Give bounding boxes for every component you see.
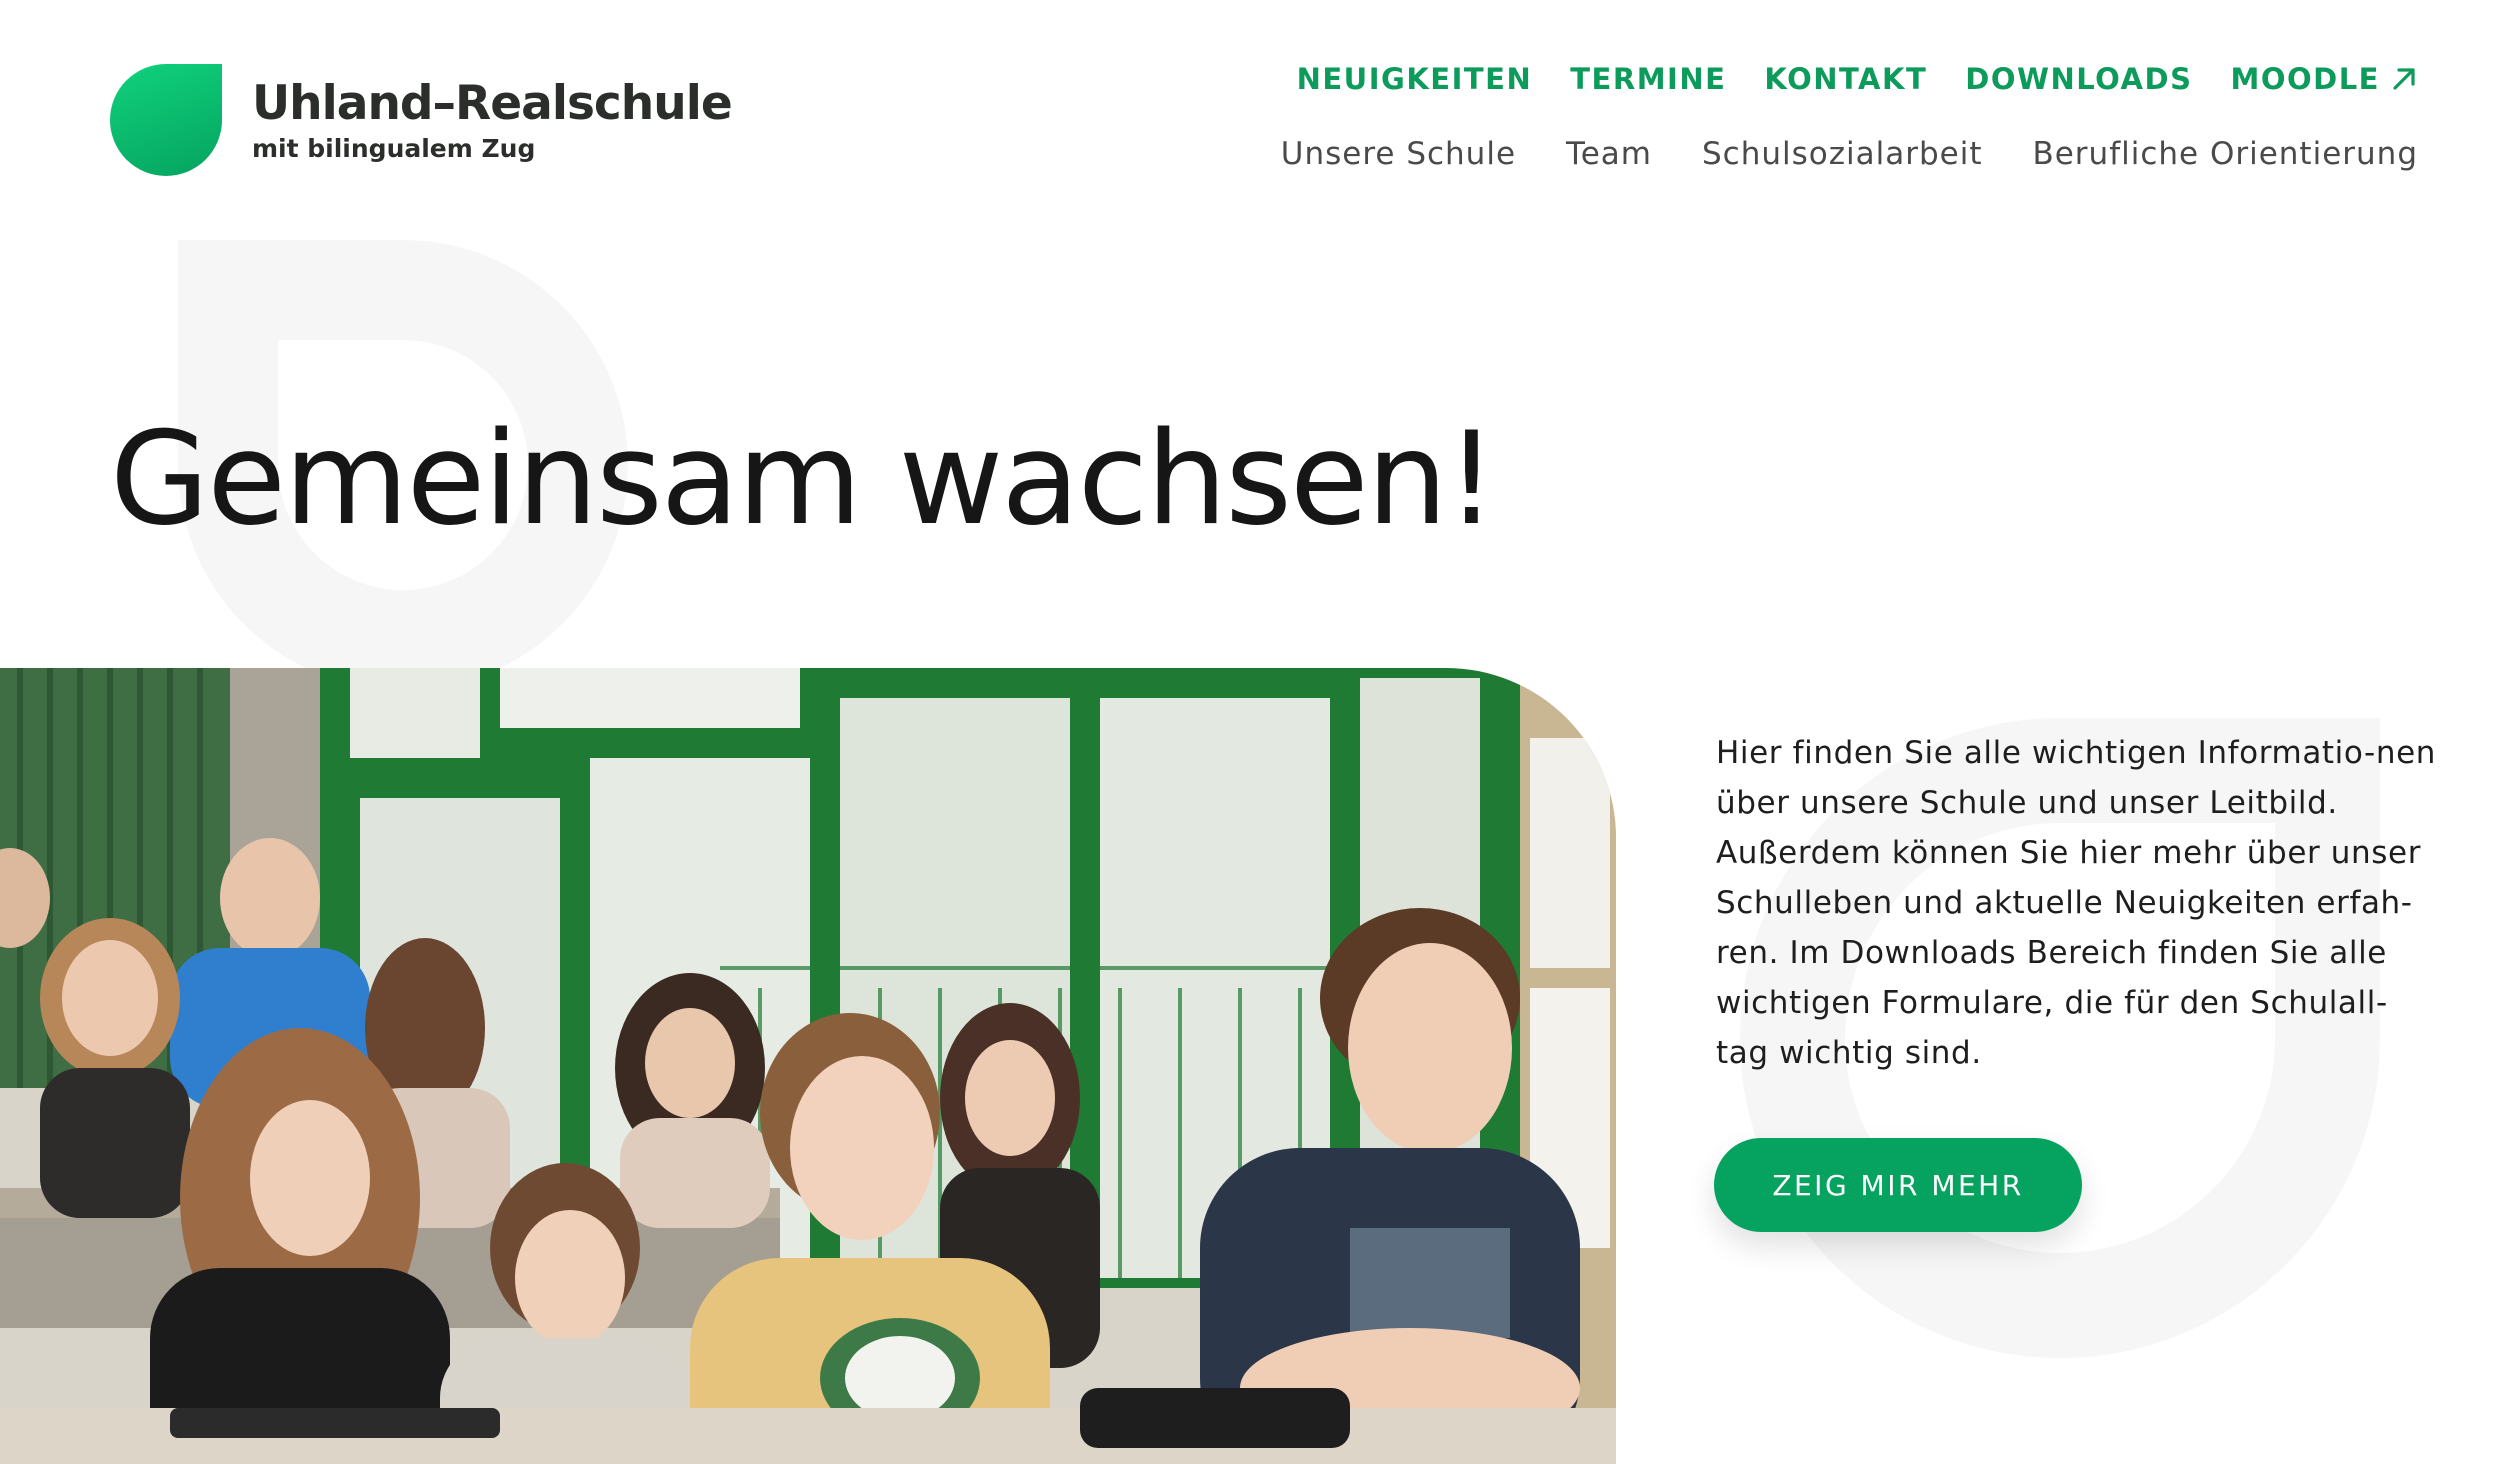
external-arrow-icon xyxy=(2393,68,2415,90)
nav-item-team[interactable]: Team xyxy=(1566,136,1652,172)
nav-item-termine[interactable]: TERMINE xyxy=(1570,62,1726,96)
nav-item-moodle[interactable]: MOODLE xyxy=(2230,62,2418,96)
nav-item-neuigkeiten[interactable]: NEUIGKEITEN xyxy=(1297,62,1533,96)
site-logo[interactable]: Uhland–Realschule mit bilingualem Zug xyxy=(110,64,733,176)
classroom-students-photo xyxy=(0,668,1616,1464)
nav-item-moodle-label: MOODLE xyxy=(2230,62,2380,96)
logo-title: Uhland–Realschule xyxy=(252,76,733,131)
nav-item-unsere-schule[interactable]: Unsere Schule xyxy=(1281,136,1516,172)
nav-item-berufliche-orientierung[interactable]: Berufliche Orientierung xyxy=(2032,136,2418,172)
nav-item-kontakt[interactable]: KONTAKT xyxy=(1764,62,1927,96)
secondary-navigation: Unsere Schule Team Schulsozialarbeit Ber… xyxy=(1281,136,2418,172)
intro-text: Hier finden Sie alle wichtigen Informati… xyxy=(1716,735,2436,1071)
show-more-button[interactable]: ZEIG MIR MEHR xyxy=(1714,1138,2082,1232)
logo-text: Uhland–Realschule mit bilingualem Zug xyxy=(252,76,733,164)
nav-item-downloads[interactable]: DOWNLOADS xyxy=(1965,62,2192,96)
logo-subtitle: mit bilingualem Zug xyxy=(252,134,536,163)
leaf-logo-icon xyxy=(110,64,222,176)
hero-heading: Gemeinsam wachsen! xyxy=(110,405,1497,554)
page: Uhland–Realschule mit bilingualem Zug NE… xyxy=(0,0,2516,1464)
primary-navigation: NEUIGKEITEN TERMINE KONTAKT DOWNLOADS MO… xyxy=(1297,62,2418,96)
classroom-photo-illustration xyxy=(0,668,1616,1464)
nav-item-schulsozialarbeit[interactable]: Schulsozialarbeit xyxy=(1702,136,1983,172)
